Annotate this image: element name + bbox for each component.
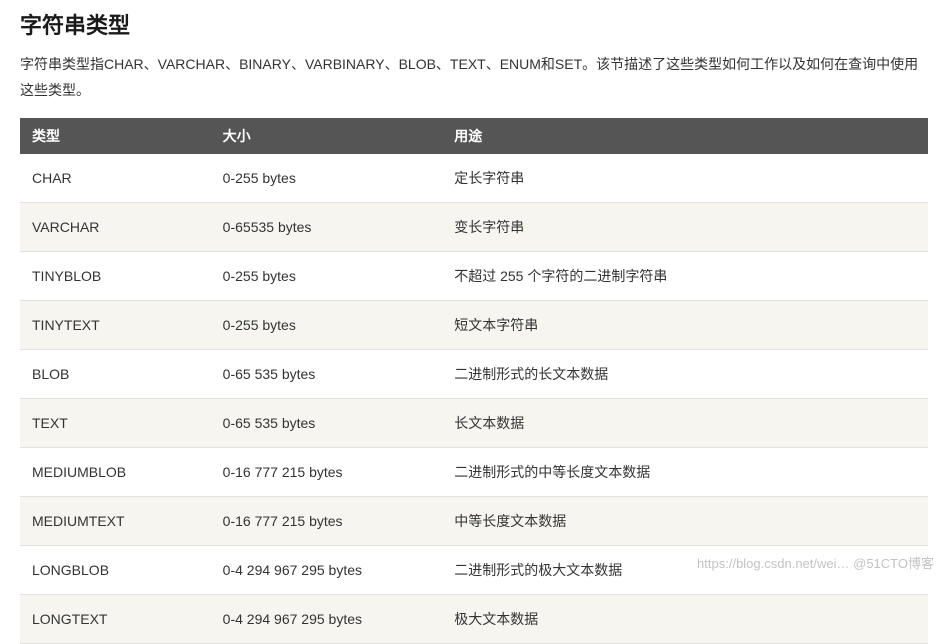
cell-usage: 极大文本数据: [442, 594, 928, 643]
table-row: TEXT 0-65 535 bytes 长文本数据: [20, 398, 928, 447]
cell-type: LONGBLOB: [20, 545, 211, 594]
cell-type: MEDIUMBLOB: [20, 447, 211, 496]
intro-paragraph: 字符串类型指CHAR、VARCHAR、BINARY、VARBINARY、BLOB…: [20, 52, 928, 104]
cell-size: 0-4 294 967 295 bytes: [211, 545, 443, 594]
cell-usage: 不超过 255 个字符的二进制字符串: [442, 251, 928, 300]
cell-usage: 定长字符串: [442, 154, 928, 203]
table-row: LONGTEXT 0-4 294 967 295 bytes 极大文本数据: [20, 594, 928, 643]
header-usage: 用途: [442, 118, 928, 154]
cell-size: 0-16 777 215 bytes: [211, 447, 443, 496]
header-type: 类型: [20, 118, 211, 154]
cell-usage: 中等长度文本数据: [442, 496, 928, 545]
cell-size: 0-255 bytes: [211, 251, 443, 300]
cell-type: TEXT: [20, 398, 211, 447]
cell-usage: 二进制形式的极大文本数据: [442, 545, 928, 594]
cell-size: 0-255 bytes: [211, 300, 443, 349]
cell-type: CHAR: [20, 154, 211, 203]
header-size: 大小: [211, 118, 443, 154]
cell-usage: 二进制形式的中等长度文本数据: [442, 447, 928, 496]
cell-size: 0-65535 bytes: [211, 202, 443, 251]
cell-usage: 短文本字符串: [442, 300, 928, 349]
string-types-table: 类型 大小 用途 CHAR 0-255 bytes 定长字符串 VARCHAR …: [20, 118, 928, 644]
cell-size: 0-16 777 215 bytes: [211, 496, 443, 545]
cell-type: LONGTEXT: [20, 594, 211, 643]
cell-size: 0-65 535 bytes: [211, 398, 443, 447]
table-row: LONGBLOB 0-4 294 967 295 bytes 二进制形式的极大文…: [20, 545, 928, 594]
cell-type: TINYTEXT: [20, 300, 211, 349]
table-row: VARCHAR 0-65535 bytes 变长字符串: [20, 202, 928, 251]
cell-type: TINYBLOB: [20, 251, 211, 300]
table-row: CHAR 0-255 bytes 定长字符串: [20, 154, 928, 203]
cell-type: MEDIUMTEXT: [20, 496, 211, 545]
table-row: MEDIUMTEXT 0-16 777 215 bytes 中等长度文本数据: [20, 496, 928, 545]
cell-usage: 长文本数据: [442, 398, 928, 447]
table-row: BLOB 0-65 535 bytes 二进制形式的长文本数据: [20, 349, 928, 398]
cell-usage: 二进制形式的长文本数据: [442, 349, 928, 398]
cell-size: 0-65 535 bytes: [211, 349, 443, 398]
table-header-row: 类型 大小 用途: [20, 118, 928, 154]
table-row: TINYBLOB 0-255 bytes 不超过 255 个字符的二进制字符串: [20, 251, 928, 300]
table-row: MEDIUMBLOB 0-16 777 215 bytes 二进制形式的中等长度…: [20, 447, 928, 496]
cell-size: 0-255 bytes: [211, 154, 443, 203]
cell-size: 0-4 294 967 295 bytes: [211, 594, 443, 643]
cell-type: BLOB: [20, 349, 211, 398]
article-content: 字符串类型 字符串类型指CHAR、VARCHAR、BINARY、VARBINAR…: [0, 0, 948, 644]
section-heading: 字符串类型: [20, 8, 928, 40]
cell-type: VARCHAR: [20, 202, 211, 251]
table-row: TINYTEXT 0-255 bytes 短文本字符串: [20, 300, 928, 349]
cell-usage: 变长字符串: [442, 202, 928, 251]
